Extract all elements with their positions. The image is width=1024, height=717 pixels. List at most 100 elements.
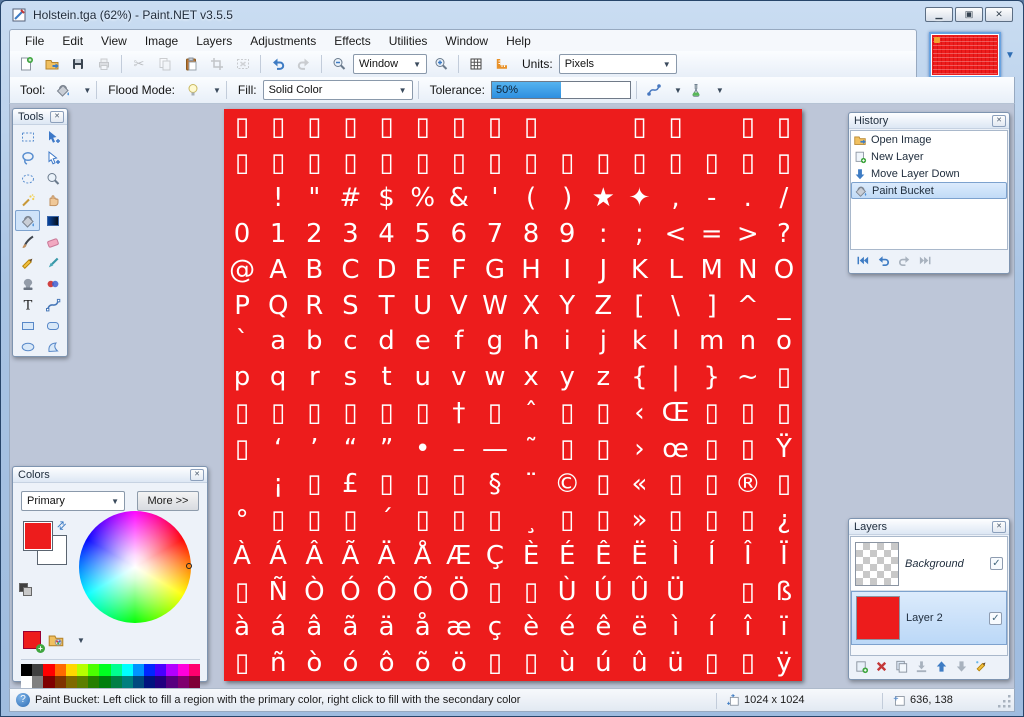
tool-paint-bucket[interactable]	[15, 210, 40, 231]
palette-swatch[interactable]	[88, 676, 100, 688]
menu-file[interactable]: File	[16, 32, 53, 50]
tool-move-selection[interactable]	[40, 147, 65, 168]
palette-swatch[interactable]	[32, 676, 44, 688]
units-combobox[interactable]: Pixels ▼	[558, 54, 677, 74]
palette-swatch[interactable]	[110, 676, 122, 688]
chevron-down-icon[interactable]: ▼	[716, 86, 724, 95]
palette-swatch[interactable]	[177, 676, 189, 688]
delete-layer-button[interactable]	[874, 659, 889, 677]
copy-button[interactable]	[153, 53, 177, 75]
color-wheel[interactable]	[79, 511, 192, 623]
duplicate-layer-button[interactable]	[894, 659, 909, 677]
history-item[interactable]: Move Layer Down	[851, 165, 1007, 182]
crop-button[interactable]	[205, 53, 229, 75]
tool-rectangle-select[interactable]	[15, 126, 40, 147]
chevron-down-icon[interactable]: ▼	[674, 86, 682, 95]
open-button[interactable]	[40, 53, 64, 75]
menu-layers[interactable]: Layers	[187, 32, 241, 50]
tool-pan[interactable]	[40, 189, 65, 210]
palette-swatch[interactable]	[110, 664, 122, 676]
menu-adjustments[interactable]: Adjustments	[241, 32, 325, 50]
tool-recolor[interactable]	[40, 273, 65, 294]
flood-mode-button[interactable]	[181, 79, 205, 101]
palette-swatch[interactable]	[132, 676, 145, 688]
tool-line-curve[interactable]	[40, 294, 65, 315]
tool-rounded-rectangle[interactable]	[40, 315, 65, 336]
chevron-down-icon[interactable]: ▼	[77, 636, 85, 645]
history-item[interactable]: Open Image	[851, 131, 1007, 148]
color-mode-combobox[interactable]: Primary ▼	[21, 491, 125, 511]
layer-properties-button[interactable]	[974, 659, 989, 677]
history-item[interactable]: Paint Bucket	[851, 182, 1007, 199]
history-item[interactable]: New Layer	[851, 148, 1007, 165]
history-panel-titlebar[interactable]: History ✕	[849, 113, 1009, 129]
more-button[interactable]: More >>	[137, 491, 199, 511]
history-rewind-button[interactable]	[855, 253, 870, 271]
palette-menu-icon[interactable]	[47, 631, 65, 649]
new-image-button[interactable]	[14, 53, 38, 75]
chevron-down-icon[interactable]: ▼	[83, 86, 91, 95]
chevron-down-icon[interactable]: ▼	[213, 86, 221, 95]
zoom-level-combobox[interactable]: Window ▼	[353, 54, 427, 74]
tolerance-slider[interactable]: 50%	[490, 81, 631, 99]
palette-swatch[interactable]	[155, 664, 167, 676]
redo-button[interactable]	[292, 53, 316, 75]
zoom-in-button[interactable]	[429, 53, 453, 75]
palette-swatch[interactable]	[177, 664, 189, 676]
tool-pencil[interactable]	[15, 252, 40, 273]
tool-paintbrush[interactable]	[15, 231, 40, 252]
tool-ellipse[interactable]	[15, 336, 40, 357]
close-icon[interactable]: ✕	[992, 115, 1006, 127]
palette-swatch[interactable]	[144, 676, 156, 688]
tool-gradient[interactable]	[40, 210, 65, 231]
zoom-out-button[interactable]	[327, 53, 351, 75]
palette-swatch[interactable]	[21, 664, 33, 676]
minimize-button[interactable]: ▁	[925, 7, 953, 22]
palette-swatch[interactable]	[188, 676, 200, 688]
save-button[interactable]	[66, 53, 90, 75]
layers-panel-titlebar[interactable]: Layers ✕	[849, 519, 1009, 535]
palette-swatch[interactable]	[188, 664, 200, 676]
close-icon[interactable]: ✕	[50, 111, 64, 123]
palette-swatch[interactable]	[76, 664, 89, 676]
tool-clone-stamp[interactable]	[15, 273, 40, 294]
palette-swatch[interactable]	[99, 664, 111, 676]
resize-grip[interactable]	[998, 695, 1012, 709]
palette-swatch[interactable]	[54, 676, 66, 688]
title-bar[interactable]: Holstein.tga (62%) - Paint.NET v3.5.5 ▁ …	[1, 1, 1023, 29]
palette-swatch[interactable]	[121, 664, 133, 676]
grid-toggle-button[interactable]	[464, 53, 488, 75]
palette-swatch[interactable]	[132, 664, 145, 676]
layer-visibility-checkbox[interactable]: ✓	[989, 611, 1002, 625]
palette-swatch[interactable]	[65, 676, 77, 688]
palette-swatch[interactable]	[166, 676, 178, 688]
menu-utilities[interactable]: Utilities	[380, 32, 437, 50]
palette-swatch[interactable]	[65, 664, 77, 676]
close-icon[interactable]: ✕	[190, 469, 204, 481]
active-tool-button[interactable]	[51, 79, 75, 101]
palette-swatch[interactable]	[88, 664, 100, 676]
layer-row[interactable]: Background ✓	[851, 537, 1007, 591]
tool-color-picker[interactable]	[40, 252, 65, 273]
menu-effects[interactable]: Effects	[325, 32, 379, 50]
move-layer-up-button[interactable]	[934, 659, 949, 677]
menu-help[interactable]: Help	[497, 32, 540, 50]
history-undo-button[interactable]	[876, 253, 891, 271]
cut-button[interactable]: ✂	[127, 53, 151, 75]
swap-colors-icon[interactable]: ⇄	[54, 518, 69, 533]
close-icon[interactable]: ✕	[992, 521, 1006, 533]
palette-swatch[interactable]	[54, 664, 66, 676]
blend-mode-button[interactable]	[684, 79, 708, 101]
tool-lasso-select[interactable]	[15, 147, 40, 168]
palette-swatch[interactable]	[155, 676, 167, 688]
palette-swatch[interactable]	[21, 676, 33, 688]
ruler-toggle-button[interactable]	[490, 53, 514, 75]
deselect-button[interactable]	[231, 53, 255, 75]
tool-magic-wand[interactable]	[15, 189, 40, 210]
layer-row[interactable]: Layer 2 ✓	[851, 591, 1007, 645]
tool-freeform-shape[interactable]	[40, 336, 65, 357]
history-redo-button[interactable]	[897, 253, 912, 271]
paste-button[interactable]	[179, 53, 203, 75]
tool-zoom[interactable]	[40, 168, 65, 189]
primary-color-swatch[interactable]	[23, 521, 53, 551]
